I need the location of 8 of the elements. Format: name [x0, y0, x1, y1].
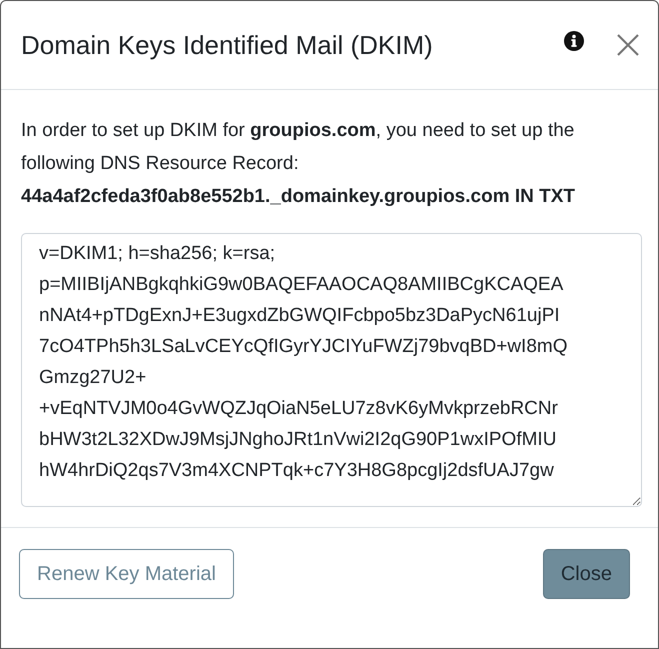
instructions-text: In order to set up DKIM for groupios.com, you need to set up the following DNS Resource Record: — [21, 119, 576, 176]
info-icon[interactable] — [564, 31, 584, 51]
close-icon[interactable] — [616, 33, 640, 57]
record-value-field[interactable]: v=DKIM1; h=sha256; k=rsa; p=MIIBIjANBgkqhkiG9w0BAQEFAAOCAQ8AMIIBCgKCAQEA nNAt4+pTDgExnJ+E3ugxdZbGWQIFcbpo5bz3DaPycN61ujPI 7cO4TPh5h3LSaLvCEYcQfIGyrYJCIYuFWZj79bvqBD+wI8mQ Gmzg27U2+ +vEqNTVJM0o4GvWQZJqOiaN5eLU7z8vK6yMvkprzebRCNr bHW3t2L32XDwJ9MsjJNghoJRt1nVwi2I2qG90P1wxIPOfMIU hW4hrDiQ2qs7V3m4XCNPTqk+c7Y3H8G8pcgIj2dsfUAJ7gw — [21, 233, 642, 507]
dialog-title: Domain Keys Identified Mail (DKIM) — [21, 30, 434, 60]
close-button[interactable]: Close — [542, 549, 630, 599]
renew-button[interactable]: Renew Key Material — [19, 549, 234, 599]
dns-record-name: 44a4af2cfeda3f0ab8e552b1._domainkey.groupios.com IN TXT — [21, 185, 576, 209]
